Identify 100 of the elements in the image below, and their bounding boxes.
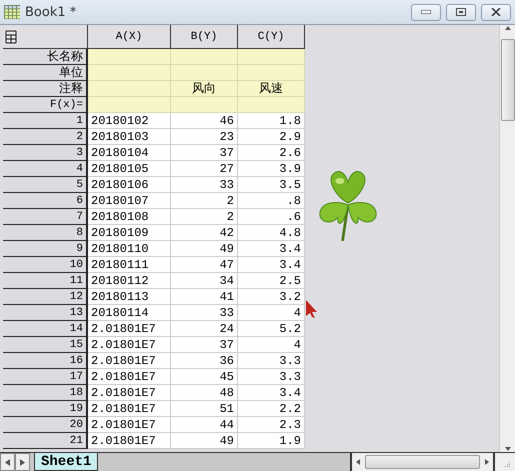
row-number[interactable]: 19	[3, 401, 88, 417]
row-number[interactable]: 15	[3, 337, 88, 353]
table-cell: 3.4	[238, 385, 305, 401]
row-number[interactable]: 4	[3, 161, 88, 177]
table-cell: 41	[171, 289, 238, 305]
table-cell: .6	[238, 209, 305, 225]
table-cell: 2.2	[238, 401, 305, 417]
next-sheet-button[interactable]	[15, 453, 30, 471]
minimize-button[interactable]	[411, 4, 441, 20]
table-cell: 2.01801E7	[88, 353, 171, 369]
table-cell: 2.01801E7	[88, 385, 171, 401]
table-cell: 3.4	[238, 241, 305, 257]
table-cell: 20180104	[88, 145, 171, 161]
table-cell: 2.6	[238, 145, 305, 161]
scrollbar-thumb[interactable]	[500, 39, 514, 121]
table-cell: 4.8	[238, 225, 305, 241]
maximize-icon	[456, 8, 466, 16]
table-cell: 3.5	[238, 177, 305, 193]
column-header[interactable]: C(Y)	[238, 25, 305, 49]
table-cell: .8	[238, 193, 305, 209]
row-number[interactable]: 18	[3, 385, 88, 401]
table-cell: 2.3	[238, 417, 305, 433]
previous-sheet-button[interactable]	[0, 453, 15, 471]
row-number[interactable]: 2	[3, 129, 88, 145]
row-number[interactable]: 13	[3, 305, 88, 321]
row-number[interactable]: 5	[3, 177, 88, 193]
row-number[interactable]: 3	[3, 145, 88, 161]
table-cell: 20180113	[88, 289, 171, 305]
row-number[interactable]: 20	[3, 417, 88, 433]
table-cell: 37	[171, 337, 238, 353]
table-cell: 3.3	[238, 369, 305, 385]
table-cell: 33	[171, 305, 238, 321]
resize-grip[interactable]	[493, 453, 515, 471]
table-cell: 2.01801E7	[88, 369, 171, 385]
table-cell: 20180106	[88, 177, 171, 193]
row-label: F(x)=	[3, 97, 88, 113]
table-cell: 49	[171, 433, 238, 449]
row-number[interactable]: 1	[3, 113, 88, 129]
row-number[interactable]: 12	[3, 289, 88, 305]
table-cell: 5.2	[238, 321, 305, 337]
table-cell: 3.3	[238, 353, 305, 369]
table-cell: 49	[171, 241, 238, 257]
table-cell: 2.9	[238, 129, 305, 145]
table-cell: 46	[171, 113, 238, 129]
table-cell: 2	[171, 209, 238, 225]
table-cell: 20180103	[88, 129, 171, 145]
row-number[interactable]: 14	[3, 321, 88, 337]
table-cell: 1.9	[238, 433, 305, 449]
column-header[interactable]: B(Y)	[171, 25, 238, 49]
table-cell: 2.01801E7	[88, 337, 171, 353]
table-cell: 2	[171, 193, 238, 209]
cursor-icon	[306, 300, 318, 318]
row-number[interactable]: 10	[3, 257, 88, 273]
left-triangle-icon	[5, 458, 10, 466]
table-cell: 20180111	[88, 257, 171, 273]
row-number[interactable]: 21	[3, 433, 88, 449]
row-label: 长名称	[3, 49, 88, 65]
maximize-button[interactable]	[446, 4, 476, 20]
window-title: Book1 *	[25, 4, 78, 20]
row-number[interactable]: 7	[3, 209, 88, 225]
table-cell: 20180109	[88, 225, 171, 241]
column-header[interactable]: A(X)	[88, 25, 171, 49]
row-number[interactable]: 8	[3, 225, 88, 241]
table-cell: 4	[238, 337, 305, 353]
sheet-tab[interactable]: Sheet1	[34, 453, 98, 471]
scroll-right-icon	[484, 459, 490, 465]
row-number[interactable]: 11	[3, 273, 88, 289]
table-cell: 47	[171, 257, 238, 273]
close-icon	[491, 8, 501, 16]
table-cell: 20180108	[88, 209, 171, 225]
label-cell[interactable]: 风向	[171, 81, 238, 97]
row-number[interactable]: 17	[3, 369, 88, 385]
minimize-icon	[421, 10, 431, 14]
table-cell: 2.01801E7	[88, 321, 171, 337]
grip-icon	[503, 461, 511, 469]
table-cell: 2.5	[238, 273, 305, 289]
close-button[interactable]	[481, 4, 511, 20]
table-cell: 36	[171, 353, 238, 369]
row-number[interactable]: 9	[3, 241, 88, 257]
table-cell: 34	[171, 273, 238, 289]
row-number[interactable]: 6	[3, 193, 88, 209]
right-triangle-icon	[20, 458, 25, 466]
table-cell: 27	[171, 161, 238, 177]
row-number[interactable]: 16	[3, 353, 88, 369]
table-cell: 2.01801E7	[88, 401, 171, 417]
table-cell: 51	[171, 401, 238, 417]
table-cell: 33	[171, 177, 238, 193]
table-cell: 3.2	[238, 289, 305, 305]
scrollbar-thumb[interactable]	[365, 455, 480, 469]
table-cell: 3.4	[238, 257, 305, 273]
table-cell: 20180112	[88, 273, 171, 289]
scroll-left-icon	[355, 459, 361, 465]
table-cell: 45	[171, 369, 238, 385]
table-cell: 20180102	[88, 113, 171, 129]
table-cell: 37	[171, 145, 238, 161]
row-label: 注释	[3, 81, 88, 97]
table-cell: 44	[171, 417, 238, 433]
label-cell[interactable]: 风速	[238, 81, 305, 97]
grid-icon	[4, 5, 20, 19]
table-cell: 20180114	[88, 305, 171, 321]
